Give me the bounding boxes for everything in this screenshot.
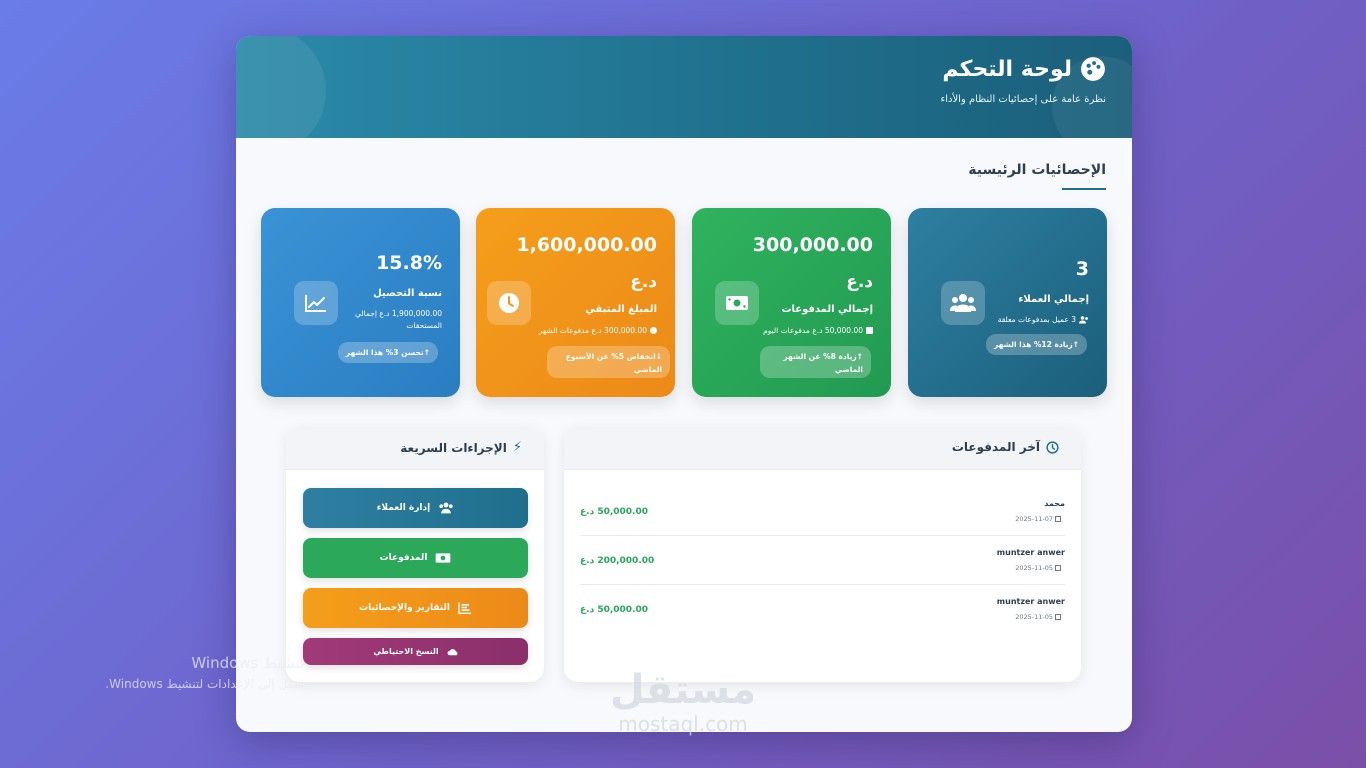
backup-button[interactable]: النسخ الاحتياطي	[303, 638, 528, 665]
payment-amount: 50,000.00 د.ع	[580, 605, 649, 615]
money-icon	[436, 553, 451, 563]
money-icon	[726, 296, 748, 310]
calendar-icon	[1055, 565, 1061, 571]
payments-button[interactable]: المدفوعات	[303, 538, 528, 578]
stat-card-clients[interactable]: 3 إجمالي العملاء 3 عميل بمدفوعات معلقة ↑…	[908, 208, 1107, 397]
clock-icon	[650, 327, 657, 334]
calendar-icon	[866, 327, 873, 334]
title-row: لوحة التحكم	[942, 56, 1106, 82]
stat-value: 300,000.00	[752, 234, 873, 256]
stat-meta: 300,000.00 د.ع مدفوعات الشهر	[539, 326, 657, 335]
payment-date: 2025-11-05	[1015, 564, 1061, 572]
stat-unit: د.ع	[630, 272, 657, 292]
panel-title: ⚡ الإجراءات السريعة	[400, 440, 522, 455]
cloud-upload-icon	[447, 648, 458, 655]
page-subtitle: نظرة عامة على إحصائيات النظام والأداء	[940, 94, 1106, 105]
calendar-icon	[1055, 516, 1061, 522]
dashboard-header: لوحة التحكم نظرة عامة على إحصائيات النظا…	[236, 36, 1132, 138]
chart-line-icon	[305, 295, 326, 312]
stat-badge: ↑تحسن 3% هذا الشهر	[337, 342, 438, 363]
palette-icon	[1081, 57, 1105, 81]
stat-badge: ↑زيادة 12% هذا الشهر	[985, 334, 1087, 355]
stat-value: 15.8%	[376, 252, 442, 274]
payment-row[interactable]: muntzer anwer 2025-11-05 50,000.00 د.ع	[580, 585, 1065, 634]
stat-meta: 50,000.00 د.ع مدفوعات اليوم	[763, 326, 873, 335]
reports-button[interactable]: التقارير والإحصائيات	[303, 588, 528, 628]
stat-icon-box	[294, 281, 338, 325]
stat-badge: ↑زيادة 8% عن الشهر الماضي	[760, 346, 871, 378]
stat-icon-box	[715, 281, 759, 325]
payment-date: 2025-11-07	[1015, 515, 1061, 523]
quick-actions-panel: ⚡ الإجراءات السريعة إدارة العملاء المدفو…	[286, 426, 544, 682]
clock-icon	[499, 293, 519, 313]
stat-meta: 1,900,000.00 د.ع إجمالي المستحقات	[355, 309, 442, 330]
payment-row[interactable]: muntzer anwer 2025-11-05 200,000.00 د.ع	[580, 536, 1065, 585]
panel-title: آخر المدفوعات	[952, 440, 1059, 454]
stat-label: المبلغ المتبقي	[585, 304, 657, 315]
users-icon	[1079, 315, 1088, 323]
payment-amount: 200,000.00 د.ع	[580, 556, 655, 566]
stat-value: 3	[1075, 258, 1089, 280]
stat-icon-box	[487, 281, 531, 325]
manage-clients-button[interactable]: إدارة العملاء	[303, 488, 528, 528]
users-icon	[950, 294, 976, 312]
stat-meta: 3 عميل بمدفوعات معلقة	[998, 315, 1089, 324]
section-underline	[1062, 188, 1106, 190]
calendar-icon	[1055, 614, 1061, 620]
users-icon	[439, 502, 453, 514]
stat-icon-box	[941, 281, 985, 325]
dashboard-window: لوحة التحكم نظرة عامة على إحصائيات النظا…	[236, 36, 1132, 732]
stat-label: نسبة التحصيل	[373, 288, 442, 299]
payment-date: 2025-11-05	[1015, 613, 1061, 621]
stat-label: إجمالي المدفوعات	[781, 304, 873, 315]
latest-payments-panel: آخر المدفوعات محمد 2025-11-07 50,000.00 …	[564, 426, 1081, 682]
stat-label: إجمالي العملاء	[1018, 294, 1089, 305]
page-title: لوحة التحكم	[942, 56, 1072, 82]
history-icon	[1046, 440, 1059, 454]
chart-bar-icon	[458, 602, 471, 614]
watermark: مستقل mostaql.com	[609, 667, 757, 736]
payment-amount: 50,000.00 د.ع	[580, 507, 649, 517]
section-title: الإحصائيات الرئيسية	[968, 162, 1106, 178]
header-decoration	[236, 36, 326, 138]
stat-badge: ↓انخفاض 5% عن الأسبوع الماضي	[547, 346, 670, 378]
stat-card-remaining[interactable]: 1,600,000.00 د.ع المبلغ المتبقي 300,000.…	[476, 208, 675, 397]
stat-value: 1,600,000.00	[516, 234, 657, 256]
stat-card-collection-rate[interactable]: 15.8% نسبة التحصيل 1,900,000.00 د.ع إجما…	[261, 208, 460, 397]
stat-card-payments[interactable]: 300,000.00 د.ع إجمالي المدفوعات 50,000.0…	[692, 208, 891, 397]
bolt-icon: ⚡	[512, 440, 522, 455]
stat-unit: د.ع	[846, 272, 873, 292]
payment-row[interactable]: محمد 2025-11-07 50,000.00 د.ع	[580, 487, 1065, 536]
